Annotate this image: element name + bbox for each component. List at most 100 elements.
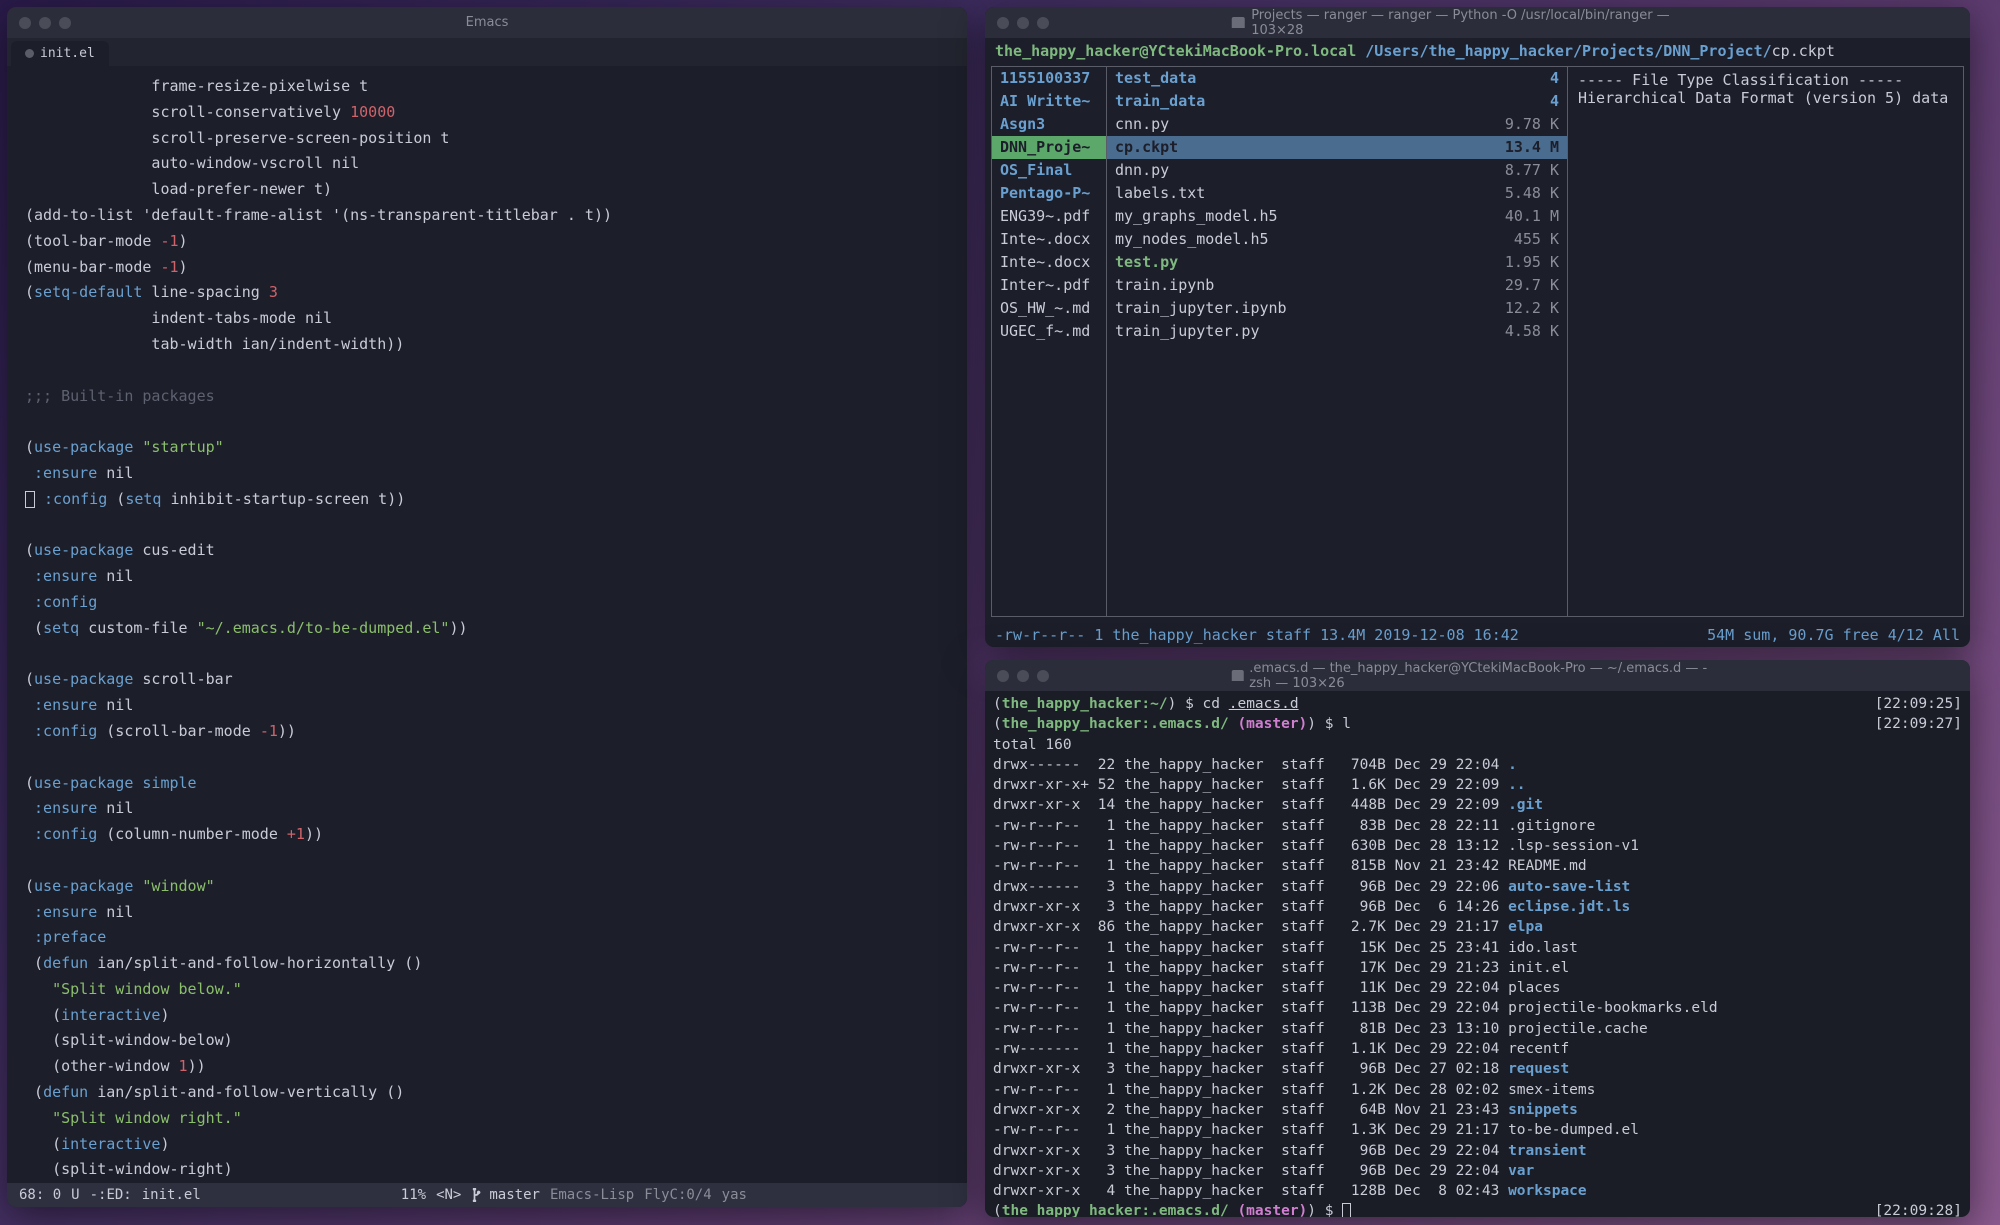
ls-row: drwxr-xr-x 4 the_happy_hacker staff 128B… [993, 1181, 1962, 1201]
ranger-row[interactable]: ENG39~.pdf [992, 205, 1106, 228]
ranger-row[interactable]: Inter~.pdf [992, 274, 1106, 297]
ranger-row[interactable]: train_jupyter.ipynb12.2 K [1107, 297, 1567, 320]
window-title: Emacs [466, 15, 509, 30]
cursor-icon [1342, 1203, 1351, 1217]
ranger-path: the_happy_hacker@YCtekiMacBook-Pro.local… [985, 38, 1970, 64]
tab-label: init.el [40, 46, 95, 61]
ls-row: drwxr-xr-x 3 the_happy_hacker staff 96B … [993, 1161, 1962, 1181]
close-icon[interactable] [997, 17, 1009, 29]
traffic-lights [997, 670, 1049, 682]
emacs-window: Emacs init.el frame-resize-pixelwise t s… [7, 7, 967, 1207]
modeline-pct: 11% [401, 1187, 426, 1203]
ranger-row[interactable]: Inte~.docx [992, 228, 1106, 251]
ranger-row[interactable]: train.ipynb29.7 K [1107, 274, 1567, 297]
ranger-row[interactable]: cp.ckpt13.4 M [1107, 136, 1567, 159]
folder-icon [1231, 17, 1245, 28]
ranger-columns: 1155100337AI Writte~Asgn3DNN_Proje~OS_Fi… [991, 66, 1964, 617]
ls-row: drwxr-xr-x 2 the_happy_hacker staff 64B … [993, 1100, 1962, 1120]
minimize-icon[interactable] [1017, 670, 1029, 682]
ranger-status: -rw-r--r-- 1 the_happy_hacker staff 13.4… [985, 623, 1970, 647]
ls-row: -rw-r--r-- 1 the_happy_hacker staff 815B… [993, 856, 1962, 876]
ranger-window: Projects — ranger — ranger — Python -O /… [985, 7, 1970, 647]
ls-row: drwxr-xr-x+ 52 the_happy_hacker staff 1.… [993, 775, 1962, 795]
terminal-window: .emacs.d — the_happy_hacker@YCtekiMacBoo… [985, 660, 1970, 1217]
ls-row: drwx------ 22 the_happy_hacker staff 704… [993, 755, 1962, 775]
ls-row: -rw-r--r-- 1 the_happy_hacker staff 1.2K… [993, 1080, 1962, 1100]
ranger-row[interactable]: DNN_Proje~ [992, 136, 1106, 159]
terminal-body[interactable]: (the_happy_hacker:~/) $ cd .emacs.d [22:… [985, 691, 1970, 1217]
ranger-row[interactable]: Inte~.docx [992, 251, 1106, 274]
ranger-row[interactable]: 1155100337 [992, 67, 1106, 90]
ranger-row[interactable]: cnn.py9.78 K [1107, 113, 1567, 136]
ls-row: -rw-r--r-- 1 the_happy_hacker staff 83B … [993, 816, 1962, 836]
modeline-pos: 68: 0 [19, 1187, 61, 1203]
emacs-titlebar[interactable]: Emacs [7, 7, 967, 38]
zoom-icon[interactable] [1037, 670, 1049, 682]
ranger-row[interactable]: UGEC_f~.md [992, 320, 1106, 343]
ls-row: drwx------ 3 the_happy_hacker staff 96B … [993, 877, 1962, 897]
modeline-ed: -:ED: [90, 1187, 132, 1203]
time-badge: [22:09:27] [1875, 714, 1962, 734]
zoom-icon[interactable] [1037, 17, 1049, 29]
ranger-row[interactable]: Asgn3 [992, 113, 1106, 136]
ranger-row[interactable]: train_data4 [1107, 90, 1567, 113]
ls-row: drwxr-xr-x 3 the_happy_hacker staff 96B … [993, 897, 1962, 917]
ranger-row[interactable]: test_data4 [1107, 67, 1567, 90]
ranger-row[interactable]: Pentago-P~ [992, 182, 1106, 205]
ranger-row[interactable]: labels.txt5.48 K [1107, 182, 1567, 205]
ls-row: drwxr-xr-x 14 the_happy_hacker staff 448… [993, 795, 1962, 815]
ranger-titlebar[interactable]: Projects — ranger — ranger — Python -O /… [985, 7, 1970, 38]
ls-output: drwx------ 22 the_happy_hacker staff 704… [993, 755, 1962, 1202]
ranger-preview-col: ----- File Type Classification ----- Hie… [1568, 67, 1963, 616]
traffic-lights [19, 17, 71, 29]
time-badge: [22:09:28] [1875, 1201, 1962, 1217]
ls-row: -rw-r--r-- 1 the_happy_hacker staff 113B… [993, 998, 1962, 1018]
emacs-modeline: 68: 0 U -:ED:init.el 11% <N> master Emac… [7, 1183, 967, 1207]
ranger-row[interactable]: my_nodes_model.h5455 K [1107, 228, 1567, 251]
ls-row: -rw------- 1 the_happy_hacker staff 1.1K… [993, 1039, 1962, 1059]
status-left: -rw-r--r-- 1 the_happy_hacker staff 13.4… [995, 626, 1519, 644]
ranger-row[interactable]: OS_HW_~.md [992, 297, 1106, 320]
ls-row: drwxr-xr-x 3 the_happy_hacker staff 96B … [993, 1059, 1962, 1079]
close-icon[interactable] [997, 670, 1009, 682]
prompt-line: (the_happy_hacker:.emacs.d/ (master)) $ … [993, 714, 1962, 734]
modeline-n: <N> [436, 1187, 461, 1203]
cursor-icon [25, 491, 35, 508]
folder-icon [1231, 670, 1243, 681]
ls-row: -rw-r--r-- 1 the_happy_hacker staff 11K … [993, 978, 1962, 998]
ls-row: -rw-r--r-- 1 the_happy_hacker staff 17K … [993, 958, 1962, 978]
modeline-fly: FlyC:0/4 [644, 1187, 711, 1203]
ranger-parent-col[interactable]: 1155100337AI Writte~Asgn3DNN_Proje~OS_Fi… [992, 67, 1107, 616]
ls-row: -rw-r--r-- 1 the_happy_hacker staff 15K … [993, 938, 1962, 958]
emacs-tab[interactable]: init.el [11, 41, 109, 66]
minimize-icon[interactable] [39, 17, 51, 29]
ranger-row[interactable]: my_graphs_model.h540.1 M [1107, 205, 1567, 228]
window-title: .emacs.d — the_happy_hacker@YCtekiMacBoo… [1231, 661, 1724, 691]
git-branch-icon [471, 1188, 485, 1202]
ls-row: drwxr-xr-x 3 the_happy_hacker staff 96B … [993, 1141, 1962, 1161]
ranger-row[interactable]: OS_Final [992, 159, 1106, 182]
ranger-current-col[interactable]: test_data4train_data4cnn.py9.78 Kcp.ckpt… [1107, 67, 1568, 616]
ls-total: total 160 [993, 735, 1962, 755]
ls-row: -rw-r--r-- 1 the_happy_hacker staff 1.3K… [993, 1120, 1962, 1140]
emacs-buffer[interactable]: frame-resize-pixelwise t scroll-conserva… [7, 66, 967, 1183]
minimize-icon[interactable] [1017, 17, 1029, 29]
time-badge: [22:09:25] [1875, 694, 1962, 714]
ranger-row[interactable]: test.py1.95 K [1107, 251, 1567, 274]
ls-row: -rw-r--r-- 1 the_happy_hacker staff 630B… [993, 836, 1962, 856]
ls-row: drwxr-xr-x 86 the_happy_hacker staff 2.7… [993, 917, 1962, 937]
modeline-branch: master [471, 1187, 540, 1203]
modeline-yas: yas [722, 1187, 747, 1203]
close-icon[interactable] [19, 17, 31, 29]
ls-row: -rw-r--r-- 1 the_happy_hacker staff 81B … [993, 1019, 1962, 1039]
traffic-lights [997, 17, 1049, 29]
ranger-row[interactable]: AI Writte~ [992, 90, 1106, 113]
prompt-line: (the_happy_hacker:~/) $ cd .emacs.d [22:… [993, 694, 1962, 714]
terminal-titlebar[interactable]: .emacs.d — the_happy_hacker@YCtekiMacBoo… [985, 660, 1970, 691]
tab-dirty-icon [25, 49, 34, 58]
ranger-row[interactable]: train_jupyter.py4.58 K [1107, 320, 1567, 343]
emacs-tabbar: init.el [7, 38, 967, 66]
zoom-icon[interactable] [59, 17, 71, 29]
window-title: Projects — ranger — ranger — Python -O /… [1231, 8, 1724, 38]
ranger-row[interactable]: dnn.py8.77 K [1107, 159, 1567, 182]
